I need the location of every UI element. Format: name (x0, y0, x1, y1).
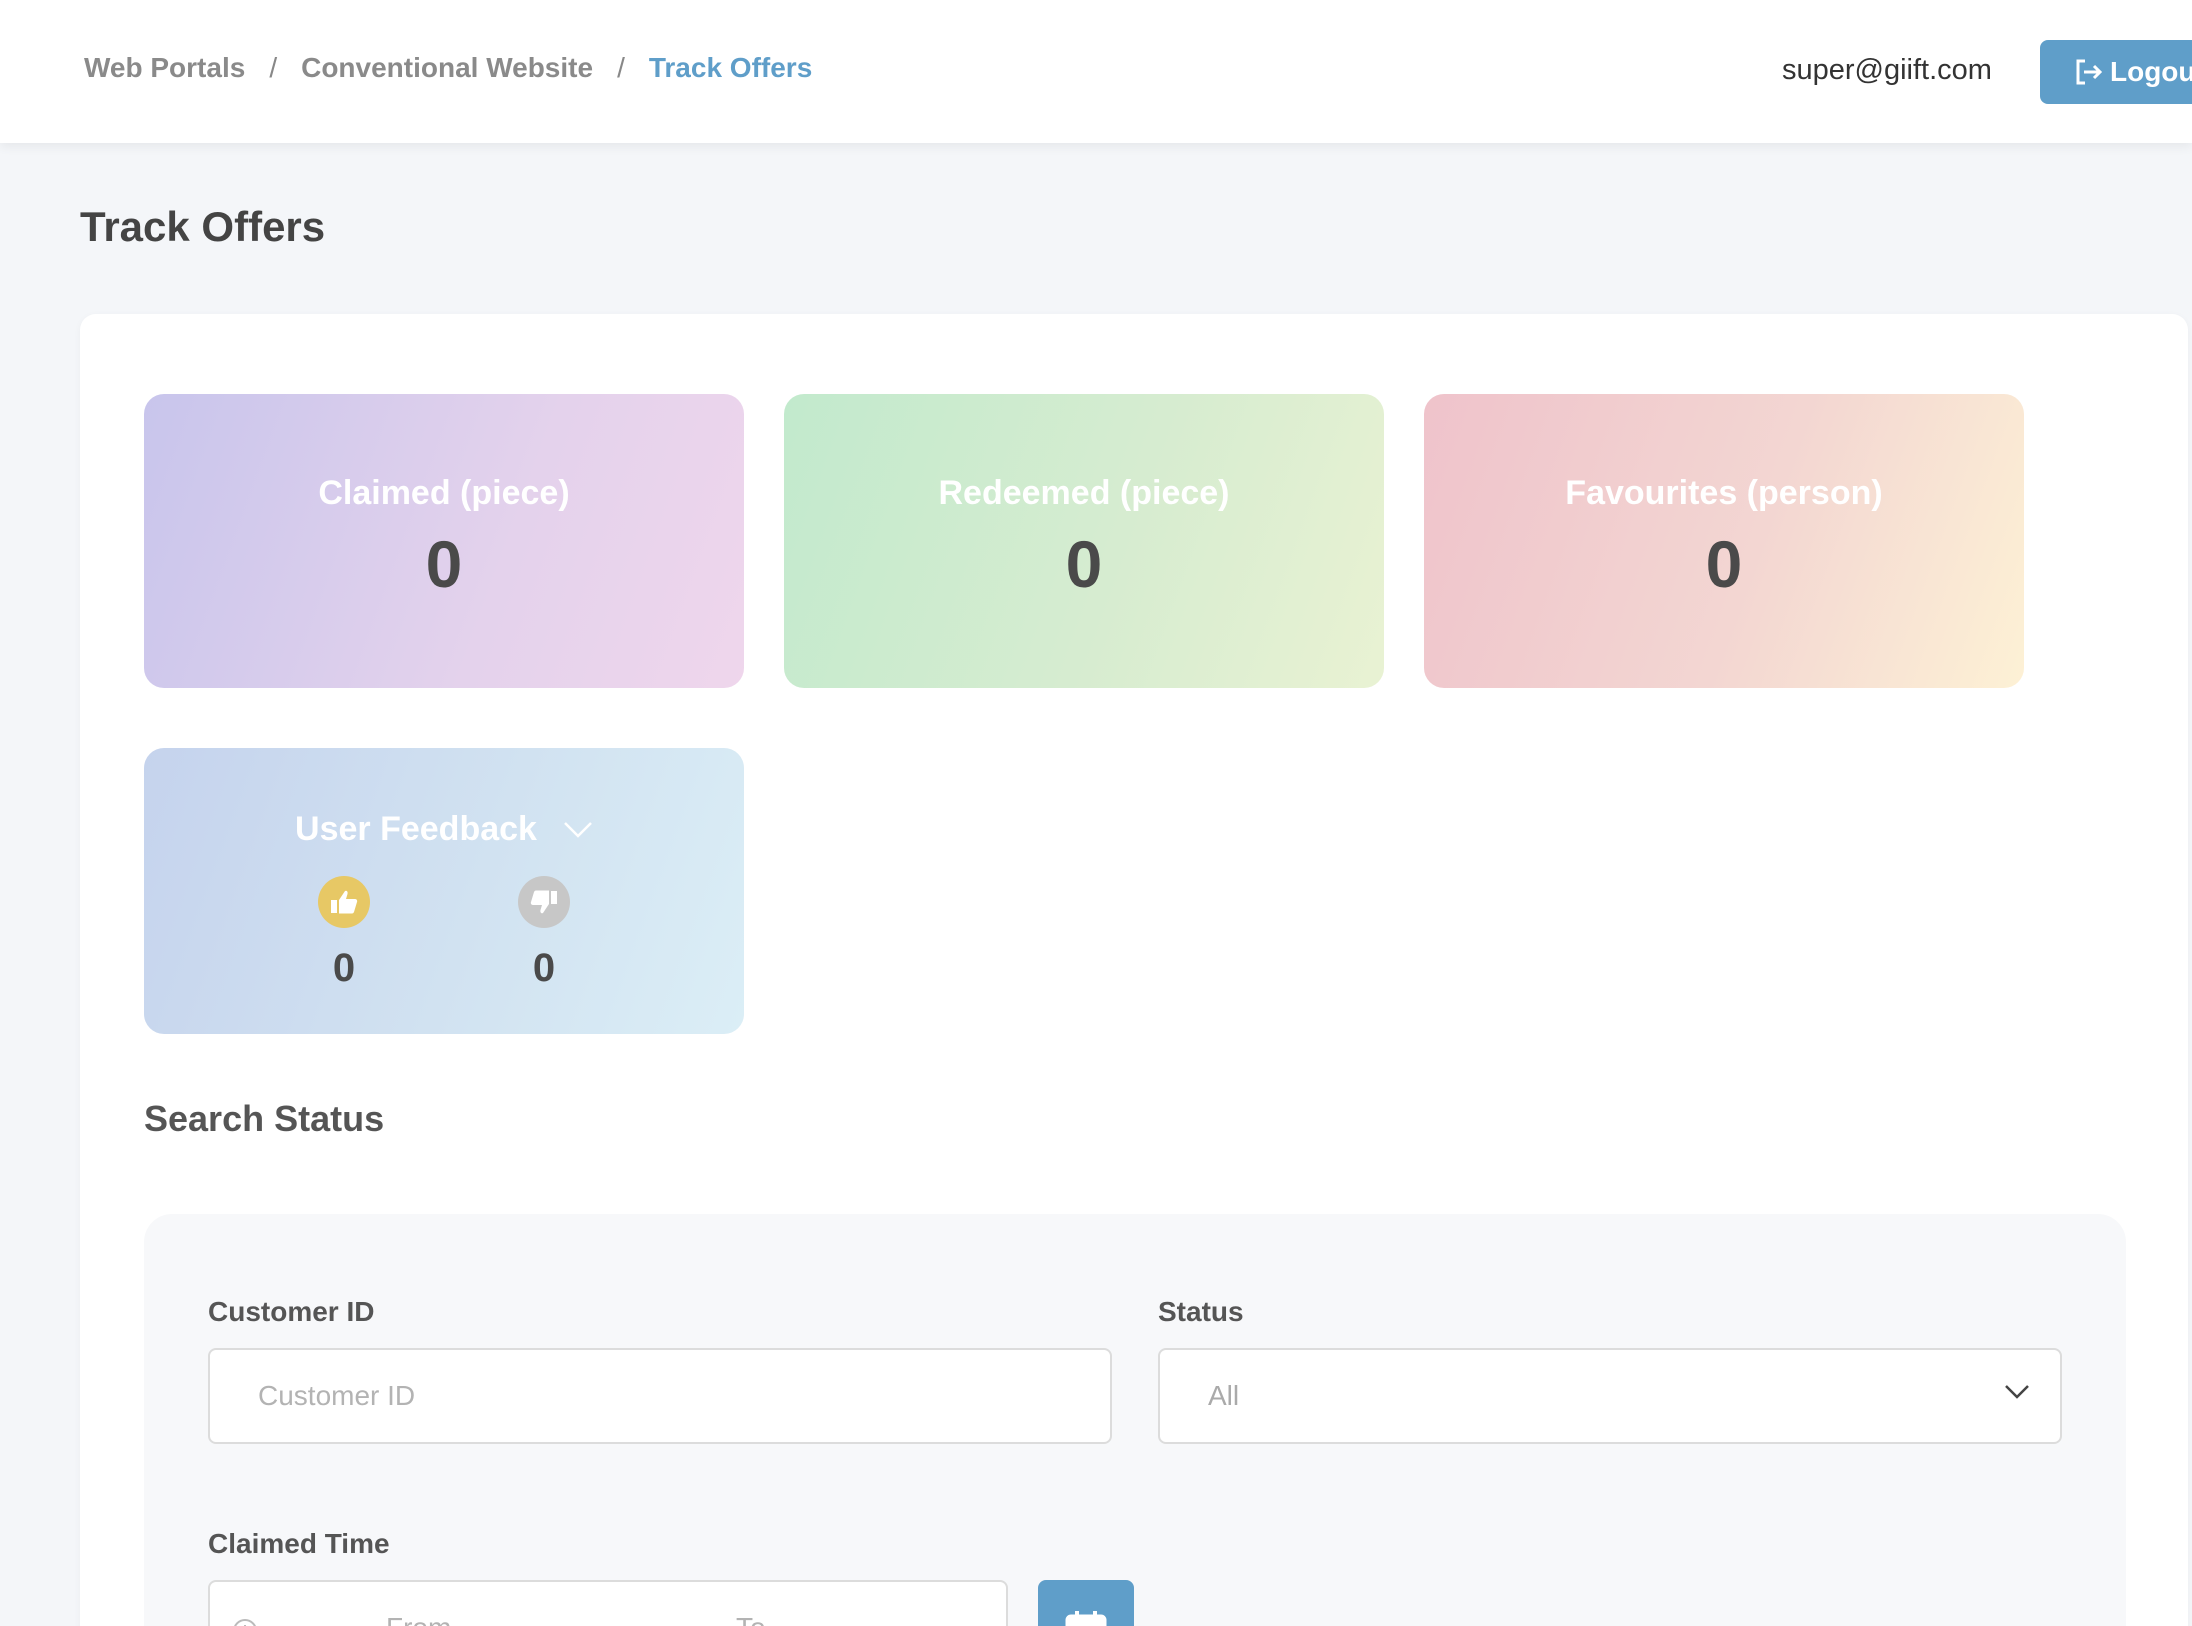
status-select[interactable]: All (1158, 1348, 2062, 1444)
favourites-label: Favourites (person) (1565, 474, 1883, 512)
claimed-value: 0 (425, 527, 463, 601)
user-feedback-label: User Feedback (295, 810, 537, 848)
breadcrumb-web-portals[interactable]: Web Portals (84, 52, 245, 84)
from-date-placeholder[interactable]: From (386, 1612, 451, 1626)
thumbs-up-icon (318, 876, 370, 928)
page-title: Track Offers (80, 203, 326, 250)
chevron-down-icon (564, 821, 592, 838)
breadcrumb-conventional-website[interactable]: Conventional Website (301, 52, 593, 84)
calendar-icon (1065, 1611, 1107, 1626)
breadcrumb-separator: / (269, 52, 278, 83)
claimed-time-range-input[interactable]: From To (208, 1580, 1008, 1626)
main-card: Claimed (piece) 0 Redeemed (piece) 0 Fav… (80, 314, 2188, 1626)
favourites-value: 0 (1705, 527, 1743, 601)
claimed-stat-card: Claimed (piece) 0 (144, 394, 744, 688)
breadcrumb-separator: / (617, 52, 625, 83)
logout-icon (2076, 59, 2103, 85)
breadcrumb-track-offers: Track Offers (648, 52, 813, 83)
dislikes-count: 0 (532, 946, 556, 990)
claimed-label: Claimed (piece) (318, 474, 570, 512)
user-feedback-toggle[interactable]: User Feedback (144, 810, 744, 849)
search-status-title: Search Status (144, 1098, 385, 1139)
logout-button[interactable]: Logou (2040, 40, 2192, 104)
clock-icon (234, 1619, 256, 1626)
breadcrumb: Web Portals / Conventional Website / Tra… (84, 52, 812, 84)
user-feedback-card: User Feedback 0 0 (144, 748, 744, 1034)
to-date-placeholder[interactable]: To (736, 1612, 766, 1626)
redeemed-stat-card: Redeemed (piece) 0 (784, 394, 1384, 688)
claimed-time-label: Claimed Time (208, 1528, 390, 1559)
user-email: super@giift.com (1782, 54, 1992, 86)
search-panel: Customer ID Status All Claimed Time From… (144, 1214, 2126, 1626)
likes-item: 0 (314, 876, 374, 991)
chevron-down-icon (2005, 1385, 2029, 1399)
status-selected-value: All (1208, 1380, 1240, 1411)
favourites-stat-card: Favourites (person) 0 (1424, 394, 2024, 688)
dislikes-item: 0 (514, 876, 574, 991)
redeemed-value: 0 (1065, 527, 1103, 601)
redeemed-label: Redeemed (piece) (938, 474, 1230, 512)
calendar-button[interactable] (1038, 1580, 1134, 1626)
top-header: Web Portals / Conventional Website / Tra… (0, 0, 2192, 143)
customer-id-input[interactable] (208, 1348, 1112, 1444)
customer-id-label: Customer ID (208, 1296, 375, 1327)
logout-label: Logou (2110, 56, 2192, 87)
status-label: Status (1158, 1296, 1244, 1327)
likes-count: 0 (332, 946, 356, 990)
thumbs-down-icon (518, 876, 570, 928)
